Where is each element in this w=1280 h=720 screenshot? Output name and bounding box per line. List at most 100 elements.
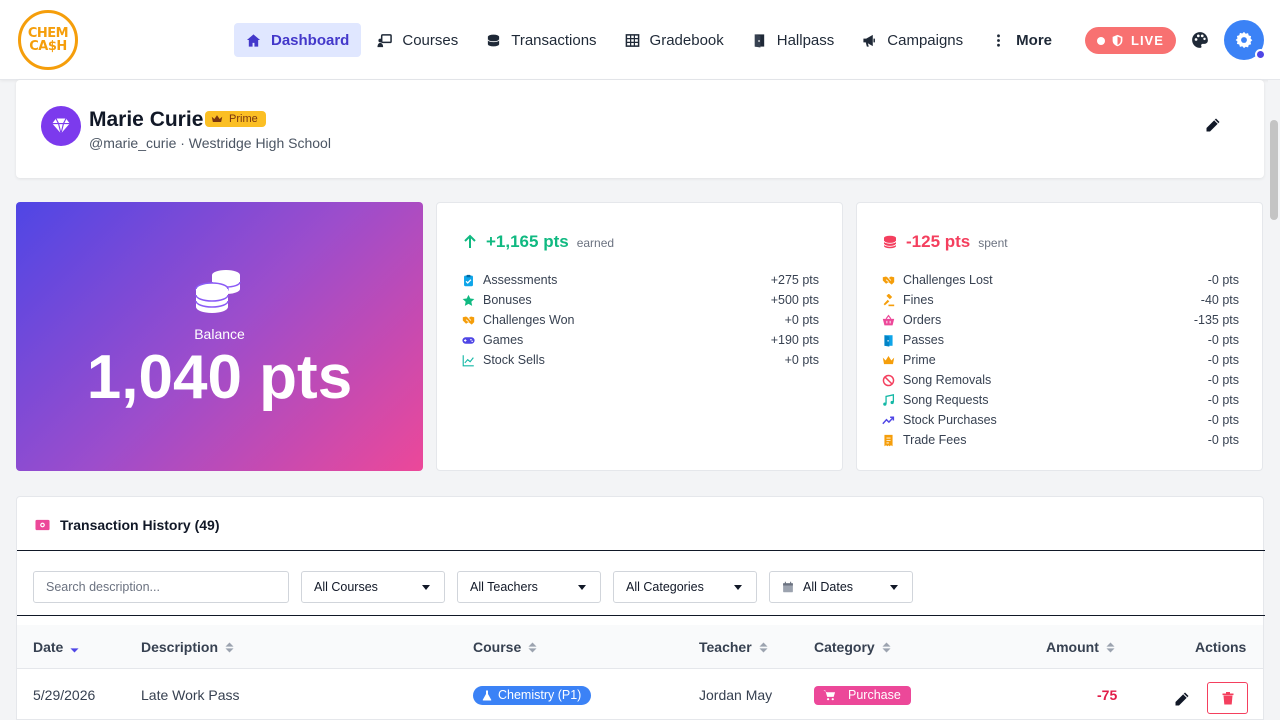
row-value: -0 pts xyxy=(1207,333,1239,347)
row-label: Stock Sells xyxy=(483,353,545,367)
row-value: -0 pts xyxy=(1207,433,1239,447)
transaction-history-title: Transaction History (49) xyxy=(35,517,220,533)
nav-dashboard[interactable]: Dashboard xyxy=(234,23,362,57)
spent-breakdown: Challenges Lost -0 pts Fines -40 pts Ord… xyxy=(882,270,1239,450)
row-value: -0 pts xyxy=(1207,353,1239,367)
col-teacher-label: Teacher xyxy=(699,639,752,655)
category-filter-select[interactable]: All Categories xyxy=(613,571,757,603)
spent-row-fines: Fines -40 pts xyxy=(882,290,1239,310)
row-value: +0 pts xyxy=(784,353,819,367)
nav-more[interactable]: More xyxy=(979,23,1064,57)
delete-button[interactable] xyxy=(1207,682,1248,714)
row-label: Stock Purchases xyxy=(903,413,997,427)
live-label: LIVE xyxy=(1131,33,1164,48)
course-chip[interactable]: Chemistry (P1) xyxy=(473,685,592,705)
col-course[interactable]: Course xyxy=(473,625,537,669)
spent-row-trade-fees: Trade Fees -0 pts xyxy=(882,430,1239,450)
earned-row-challenges-won: Challenges Won +0 pts xyxy=(462,310,819,330)
crown-icon xyxy=(211,115,223,122)
palette-icon[interactable] xyxy=(1191,31,1209,49)
earned-row-games: Games +190 pts xyxy=(462,330,819,350)
star-icon xyxy=(462,294,475,306)
col-description[interactable]: Description xyxy=(141,625,234,669)
edit-pencil-icon[interactable] xyxy=(1174,691,1190,707)
door-icon xyxy=(884,334,893,347)
nav-courses[interactable]: Courses xyxy=(365,23,470,57)
megaphone-icon xyxy=(863,34,876,47)
nav-transactions[interactable]: Transactions xyxy=(474,23,608,57)
edit-profile-pencil-icon[interactable] xyxy=(1205,117,1221,133)
divider xyxy=(17,550,1265,551)
calendar-icon xyxy=(783,581,793,593)
logo-line-2: CA$H xyxy=(29,39,67,54)
live-dot-icon xyxy=(1097,36,1105,45)
cell-course: Chemistry (P1) xyxy=(473,669,592,720)
clipboard-check-icon xyxy=(464,274,473,286)
row-value: -0 pts xyxy=(1207,393,1239,407)
category-chip: Purchase xyxy=(814,685,911,705)
row-label: Prime xyxy=(903,353,936,367)
row-value: +0 pts xyxy=(784,313,819,327)
col-date[interactable]: Date xyxy=(33,625,79,669)
row-value: +500 pts xyxy=(770,293,819,307)
row-value: +190 pts xyxy=(770,333,819,347)
home-icon xyxy=(246,33,261,47)
col-teacher[interactable]: Teacher xyxy=(699,625,768,669)
teacher-filter-select[interactable]: All Teachers xyxy=(457,571,601,603)
table-header: Date Description Course Teacher Category… xyxy=(17,625,1263,669)
chem-cash-logo[interactable]: CHEM CA$H xyxy=(18,10,78,70)
sort-icon xyxy=(1106,642,1115,652)
category-filter-value: All Categories xyxy=(626,580,704,594)
nav-gradebook[interactable]: Gradebook xyxy=(613,23,736,57)
nav-hallpass[interactable]: Hallpass xyxy=(740,23,847,57)
chevron-down-icon xyxy=(422,585,430,590)
top-navbar: CHEM CA$H Dashboard Courses Transactions… xyxy=(0,0,1280,80)
spent-row-stock-purchases: Stock Purchases -0 pts xyxy=(882,410,1239,430)
trash-icon xyxy=(1222,691,1233,704)
settings-button[interactable] xyxy=(1224,20,1266,60)
course-chip-label: Chemistry (P1) xyxy=(498,688,582,702)
chevron-down-icon xyxy=(734,585,742,590)
row-value: -135 pts xyxy=(1193,313,1239,327)
col-amount[interactable]: Amount xyxy=(1046,625,1115,669)
flask-icon xyxy=(482,690,492,700)
sort-desc-icon xyxy=(70,647,79,652)
row-label: Games xyxy=(483,333,524,347)
balance-value: 1,040 pts xyxy=(86,343,353,412)
prime-badge: Prime xyxy=(205,111,266,127)
course-filter-value: All Courses xyxy=(314,580,378,594)
basket-icon xyxy=(882,314,895,325)
nav-campaigns[interactable]: Campaigns xyxy=(850,23,975,57)
chalkboard-teacher-icon xyxy=(377,33,393,47)
date-filter-select[interactable]: All Dates xyxy=(769,571,913,603)
earned-header: +1,165 pts earned xyxy=(462,232,614,252)
chevron-down-icon xyxy=(578,585,586,590)
cart-icon xyxy=(823,690,836,701)
main-nav: Dashboard Courses Transactions Gradebook… xyxy=(234,23,1068,57)
live-button[interactable]: LIVE xyxy=(1085,27,1176,54)
cell-category: Purchase xyxy=(814,669,911,720)
chart-trend-icon xyxy=(882,416,895,424)
music-icon xyxy=(883,393,895,406)
search-input[interactable] xyxy=(33,571,289,603)
receipt-icon xyxy=(884,434,893,446)
handshake-icon xyxy=(882,275,895,285)
course-filter-select[interactable]: All Courses xyxy=(301,571,445,603)
scrollbar-thumb[interactable] xyxy=(1270,120,1278,220)
nav-more-label: More xyxy=(1016,31,1052,49)
teacher-filter-value: All Teachers xyxy=(470,580,538,594)
col-date-label: Date xyxy=(33,639,64,655)
profile-subtitle: @marie_curie · Westridge High School xyxy=(89,135,331,151)
nav-transactions-label: Transactions xyxy=(511,31,597,49)
col-amount-label: Amount xyxy=(1046,639,1099,655)
page-scrollbar[interactable] xyxy=(1268,80,1280,720)
gamepad-icon xyxy=(462,336,475,344)
nav-dashboard-label: Dashboard xyxy=(271,31,350,49)
nav-courses-label: Courses xyxy=(402,31,459,49)
row-value: -0 pts xyxy=(1207,413,1239,427)
gear-icon xyxy=(1235,31,1253,49)
date-filter-value: All Dates xyxy=(803,580,854,594)
col-description-label: Description xyxy=(141,639,219,655)
cell-amount: -75 xyxy=(1097,687,1118,703)
col-category[interactable]: Category xyxy=(814,625,891,669)
